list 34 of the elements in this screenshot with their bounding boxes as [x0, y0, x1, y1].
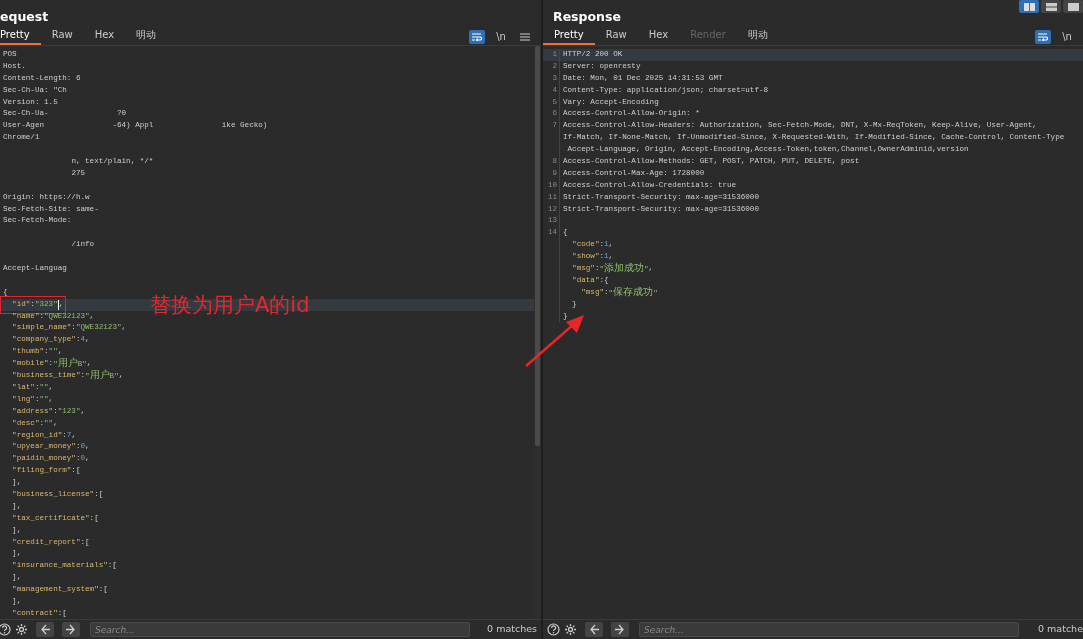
tab[interactable]: Hex	[637, 27, 680, 45]
tab[interactable]: 明动	[125, 27, 168, 45]
wrap-lines-icon[interactable]	[472, 32, 482, 41]
help-icon[interactable]	[0, 623, 11, 636]
match-count: 0 matches	[487, 622, 537, 637]
wrap-lines-icon[interactable]	[1038, 32, 1048, 41]
search-field[interactable]: Search...	[639, 622, 1019, 637]
forward-arrow-icon[interactable]	[614, 623, 626, 636]
forward-arrow-icon[interactable]	[65, 623, 77, 636]
annotation-text: 替换为用户A的id	[150, 292, 310, 319]
tab[interactable]: Pretty	[543, 27, 595, 45]
layout-icon[interactable]	[1067, 2, 1079, 11]
tab[interactable]: Raw	[594, 27, 638, 45]
help-icon[interactable]	[547, 623, 560, 636]
match-count: 0 matche	[1038, 622, 1083, 637]
settings-icon[interactable]	[15, 623, 28, 636]
settings-icon[interactable]	[564, 623, 577, 636]
layout-icon[interactable]	[1023, 2, 1035, 11]
back-arrow-icon[interactable]	[39, 623, 51, 636]
text-cursor	[57, 299, 59, 310]
scrollbar-thumb[interactable]	[535, 46, 540, 446]
tab[interactable]: 明动	[736, 27, 779, 45]
tab[interactable]: Raw	[40, 27, 84, 45]
newline-toggle[interactable]: \n	[1059, 29, 1075, 44]
search-field[interactable]: Search...	[90, 622, 470, 637]
panel-title: Response	[553, 8, 621, 26]
tab[interactable]: Hex	[83, 27, 126, 45]
tab[interactable]: Pretty	[0, 27, 41, 45]
panel-title: equest	[0, 8, 49, 26]
back-arrow-icon[interactable]	[588, 623, 600, 636]
menu-icon[interactable]	[520, 32, 530, 41]
layout-icon[interactable]	[1045, 2, 1057, 11]
newline-toggle[interactable]: \n	[493, 29, 509, 44]
annotation-arrow	[525, 315, 584, 367]
